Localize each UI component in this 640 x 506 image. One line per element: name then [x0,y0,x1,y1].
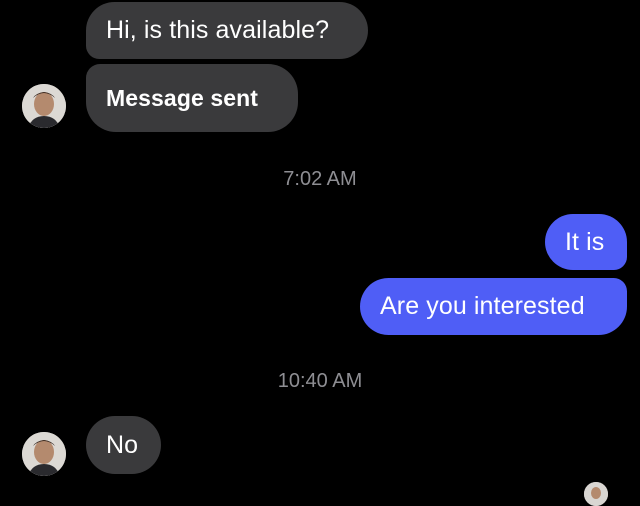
contact-avatar-icon[interactable] [22,432,66,476]
message-text: Message sent [106,84,259,111]
message-bubble-incoming[interactable]: No [86,416,161,474]
message-bubble-outgoing[interactable]: Are you interested [360,278,627,335]
message-text: It is [565,227,605,256]
message-text: Are you interested [380,292,585,320]
message-bubble-outgoing[interactable]: It is [545,214,627,270]
timestamp: 10:40 AM [277,370,363,392]
contact-avatar-icon[interactable] [22,84,66,128]
timestamp: 7:02 AM [283,168,357,190]
my-avatar-icon [584,482,608,506]
message-text: No [106,430,139,459]
message-bubble-incoming[interactable]: Message sent [86,64,298,132]
message-bubble-incoming[interactable]: Hi, is this available? [86,2,368,59]
message-text: Hi, is this available? [106,16,330,44]
